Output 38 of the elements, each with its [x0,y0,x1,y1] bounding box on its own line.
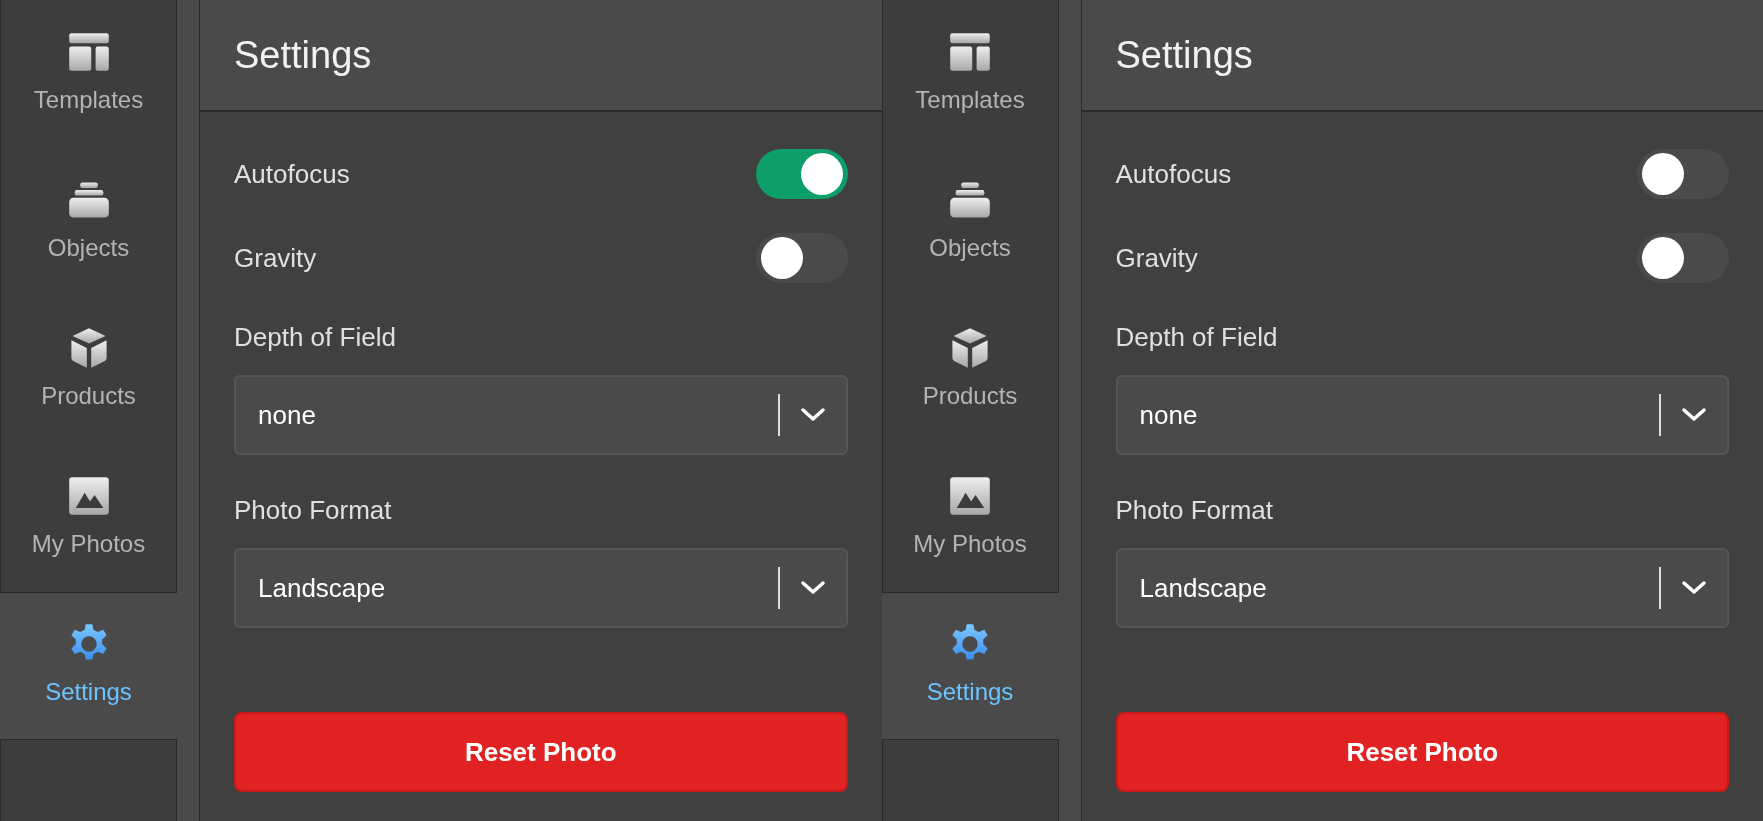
sidebar-tab[interactable]: Objects [881,148,1059,296]
reset-button[interactable]: Reset Photo [1115,712,1729,792]
setting-label: Photo Format [1115,494,1274,527]
sidebar-tab[interactable]: Templates [0,0,177,148]
image-icon [948,474,992,518]
layout-icon [66,30,111,74]
sidebar-tab[interactable]: Products [881,296,1059,444]
chevron-down-icon [799,580,826,596]
toggle-switch[interactable] [755,149,848,199]
layout-icon [948,30,992,74]
setting-label: Gravity [234,241,317,275]
toggle-switch[interactable] [755,233,848,283]
setting-label: Photo Format [234,494,393,527]
sidebar-tab[interactable]: Objects [0,148,177,296]
sidebar-tab[interactable]: Templates [881,0,1059,148]
dropdown-select[interactable]: Landscape [1115,548,1729,628]
panel-title: Settings [234,32,372,78]
sidebar-tab[interactable]: My Photos [881,444,1059,592]
setting-label: Autofocus [234,157,350,191]
sidebar-tab[interactable]: Settings [881,592,1059,740]
image-icon [66,474,111,518]
chevron-down-icon [1681,580,1707,596]
sidebar-tab[interactable]: Products [0,296,177,444]
panel-title: Settings [1115,32,1253,78]
setting-label: Autofocus [1115,157,1232,191]
setting-label: Depth of Field [234,321,397,354]
dropdown-select[interactable]: none [234,375,848,455]
chevron-down-icon [1681,407,1707,423]
reset-button[interactable]: Reset Photo [234,712,848,792]
sidebar-tab[interactable]: Settings [0,592,177,740]
setting-label: Depth of Field [1115,321,1279,354]
toggle-switch[interactable] [1637,233,1729,283]
chevron-down-icon [799,407,826,423]
toggle-switch[interactable] [1637,149,1729,199]
dropdown-select[interactable]: Landscape [234,548,848,628]
dropdown-select[interactable]: none [1115,375,1729,455]
setting-label: Gravity [1115,241,1198,275]
sidebar-tab[interactable]: My Photos [0,444,177,592]
